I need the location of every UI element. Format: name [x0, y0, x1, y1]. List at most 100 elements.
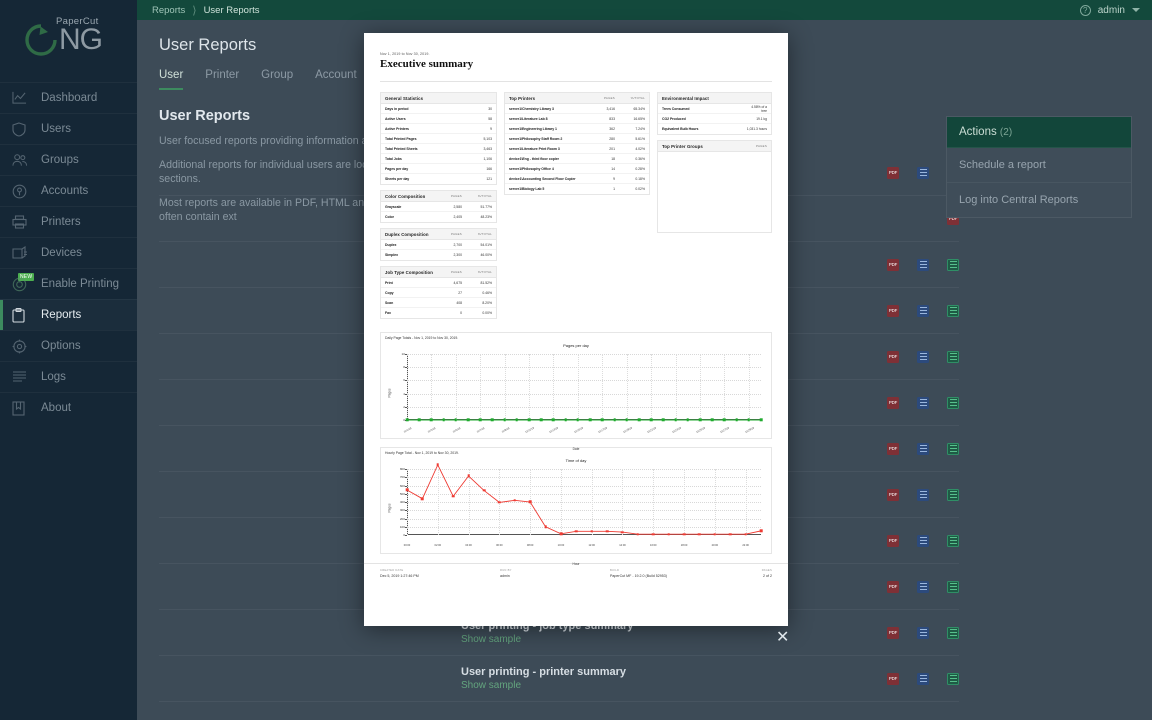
close-icon[interactable]: ✕ — [776, 630, 789, 646]
html-icon[interactable] — [917, 535, 929, 547]
sidebar-label: Logs — [41, 371, 66, 383]
data-point — [529, 501, 532, 504]
sidebar-item-reports[interactable]: Reports — [0, 299, 137, 330]
sidebar-item-options[interactable]: Options — [0, 330, 137, 361]
printer-pages: 201 — [595, 147, 615, 151]
html-icon[interactable] — [917, 259, 929, 271]
y-axis-tick: 800 — [390, 467, 405, 471]
csv-icon[interactable] — [947, 627, 959, 639]
pdf-icon[interactable]: PDF — [887, 259, 899, 271]
sidebar-item-printers[interactable]: Printers — [0, 206, 137, 237]
pdf-icon[interactable]: PDF — [887, 397, 899, 409]
sidebar-item-devices[interactable]: Devices — [0, 237, 137, 268]
csv-icon[interactable] — [947, 351, 959, 363]
html-icon[interactable] — [917, 351, 929, 363]
action-schedule-report[interactable]: Schedule a report — [947, 148, 1131, 183]
sidebar-label: Groups — [41, 154, 79, 166]
column-header-pages: PAGES — [442, 194, 462, 198]
data-point — [760, 530, 763, 533]
format-icons: PDF — [887, 489, 959, 501]
report-name: User printing - printer summary — [461, 666, 626, 678]
sidebar-item-groups[interactable]: Groups — [0, 144, 137, 175]
table-row[interactable]: User printing - printer summary Show sam… — [159, 656, 959, 702]
x-axis-tick: 00:00 — [404, 544, 411, 547]
row-pages: 2,300 — [442, 253, 462, 257]
panel-header: General Statistics — [381, 93, 496, 104]
pdf-icon[interactable]: PDF — [887, 581, 899, 593]
data-point — [662, 419, 665, 422]
html-icon[interactable] — [917, 167, 929, 179]
printer-percent: 0.18% — [623, 177, 645, 181]
sidebar-label: Printers — [41, 216, 81, 228]
tab-printer[interactable]: Printer — [205, 69, 239, 90]
panel-header: Top Printer Groups PAGES — [658, 141, 771, 152]
show-sample-link[interactable]: Show sample — [461, 634, 633, 645]
actions-count: (2) — [1000, 127, 1012, 138]
csv-icon[interactable] — [947, 535, 959, 547]
printer-pages: 3,416 — [595, 107, 615, 111]
csv-icon[interactable] — [947, 305, 959, 317]
printer-icon — [12, 213, 38, 231]
table-row: Copy270.46% — [381, 288, 496, 298]
printer-name: server1\Chemistry Library 3 — [509, 107, 554, 111]
pdf-icon[interactable]: PDF — [887, 489, 899, 501]
chevron-down-icon[interactable] — [1132, 8, 1140, 12]
printer-percent: 7.24% — [623, 127, 645, 131]
printer-percent: 16.65% — [623, 117, 645, 121]
show-sample-link[interactable]: Show sample — [461, 680, 626, 691]
csv-icon[interactable] — [947, 443, 959, 455]
sidebar-item-enable-printing[interactable]: NEW Enable Printing — [0, 268, 137, 299]
csv-icon[interactable] — [947, 581, 959, 593]
html-icon[interactable] — [917, 489, 929, 501]
sidebar-item-users[interactable]: Users — [0, 113, 137, 144]
pdf-icon[interactable]: PDF — [887, 627, 899, 639]
tab-group[interactable]: Group — [261, 69, 293, 90]
tab-account[interactable]: Account — [315, 69, 357, 90]
sidebar-item-dashboard[interactable]: Dashboard — [0, 82, 137, 113]
action-log-into-central-reports[interactable]: Log into Central Reports — [947, 183, 1131, 217]
html-icon[interactable] — [917, 627, 929, 639]
footer-value: 2 of 2 — [762, 574, 772, 578]
column-header-percent: %/TOTAL — [470, 232, 492, 236]
tab-user[interactable]: User — [159, 69, 183, 90]
coin-icon — [12, 182, 38, 200]
x-axis-tick: 20:00 — [712, 544, 719, 547]
breadcrumb-reports[interactable]: Reports — [137, 5, 185, 16]
pdf-icon[interactable]: PDF — [887, 673, 899, 685]
csv-icon[interactable] — [947, 673, 959, 685]
row-pages: 27 — [442, 291, 462, 295]
column-header-pages: PAGES — [747, 144, 767, 148]
env-value: 4.58% of a tree — [745, 105, 767, 113]
admin-menu-label[interactable]: admin — [1098, 5, 1125, 16]
printer-pages: 833 — [595, 117, 615, 121]
pdf-icon[interactable]: PDF — [887, 351, 899, 363]
pdf-icon[interactable]: PDF — [887, 305, 899, 317]
data-point — [621, 531, 624, 534]
html-icon[interactable] — [917, 581, 929, 593]
table-row: Total Jobs1,106 — [381, 154, 496, 164]
pdf-icon[interactable]: PDF — [887, 443, 899, 455]
y-axis-tick: 100 — [390, 525, 405, 529]
x-axis-tick: 11/17/19 — [598, 427, 608, 434]
html-icon[interactable] — [917, 397, 929, 409]
html-icon[interactable] — [917, 305, 929, 317]
data-point — [711, 419, 714, 422]
x-axis-tick: 14:00 — [619, 544, 626, 547]
table-row: Active Users58 — [381, 114, 496, 124]
y-axis-tick: 0 — [390, 533, 405, 537]
html-icon[interactable] — [917, 673, 929, 685]
help-circle-icon[interactable]: ? — [1080, 5, 1091, 16]
html-icon[interactable] — [917, 443, 929, 455]
csv-icon[interactable] — [947, 259, 959, 271]
duplex-composition-panel: Duplex Composition PAGES%/TOTAL Duplex2,… — [380, 228, 497, 261]
pdf-icon[interactable]: PDF — [887, 167, 899, 179]
panel-title: Job Type Composition — [385, 270, 433, 275]
sidebar-item-accounts[interactable]: Accounts — [0, 175, 137, 206]
sidebar-item-about[interactable]: About — [0, 392, 137, 423]
csv-icon[interactable] — [947, 489, 959, 501]
stat-value: 5,103 — [470, 137, 492, 141]
pdf-icon[interactable]: PDF — [887, 535, 899, 547]
sidebar-item-logs[interactable]: Logs — [0, 361, 137, 392]
csv-icon[interactable] — [947, 397, 959, 409]
printer-name: server1\Engineering Library 1 — [509, 127, 557, 131]
